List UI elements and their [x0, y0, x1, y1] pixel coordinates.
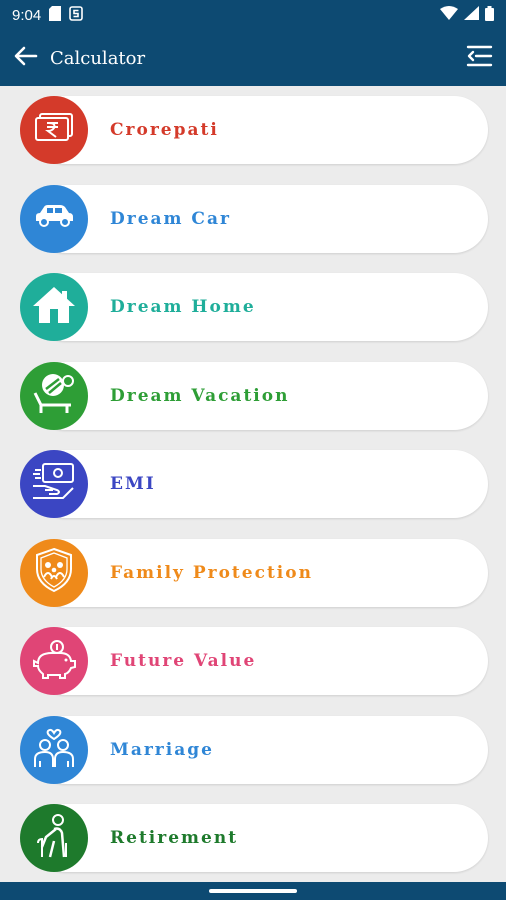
item-label: Family Protection — [110, 562, 313, 583]
status-time: 9:04 — [12, 6, 42, 24]
calculator-item-emi[interactable]: EMI — [18, 450, 488, 518]
rupee-notes-icon — [32, 111, 76, 150]
beach-chair-icon — [31, 371, 77, 420]
menu-icon — [465, 44, 493, 73]
calculator-item-retirement[interactable]: Retirement — [18, 804, 488, 872]
item-card — [32, 184, 488, 253]
family-shield-icon — [34, 547, 74, 598]
battery-icon — [485, 5, 494, 25]
car-icon — [32, 203, 76, 234]
calculator-item-dream-vacation[interactable]: Dream Vacation — [18, 361, 488, 430]
item-label: Marriage — [110, 739, 214, 760]
item-icon-circle — [20, 715, 88, 784]
calculator-item-future-value[interactable]: Future Value — [18, 627, 488, 695]
app-bar: Calculator — [0, 30, 506, 86]
item-card — [32, 715, 488, 784]
wifi-icon — [440, 6, 458, 24]
item-label: Future Value — [110, 651, 257, 671]
item-icon-circle — [20, 538, 88, 607]
calculator-item-dream-home[interactable]: Dream Home — [18, 273, 488, 341]
item-icon-circle — [20, 804, 88, 872]
item-card — [32, 273, 488, 341]
item-card — [32, 627, 488, 695]
calculator-list: Crorepati Dream Car Dream Home Dream Vac… — [0, 86, 506, 882]
status-bar: 9:04 — [0, 0, 506, 30]
item-label: EMI — [110, 474, 156, 494]
calculator-item-marriage[interactable]: Marriage — [18, 715, 488, 784]
item-label: Dream Vacation — [110, 385, 290, 406]
signal-icon — [464, 6, 479, 24]
arrow-left-icon — [14, 46, 38, 71]
item-icon-circle — [20, 450, 88, 518]
item-icon-circle — [20, 273, 88, 341]
calculator-item-dream-car[interactable]: Dream Car — [18, 184, 488, 253]
house-icon — [31, 285, 77, 330]
item-label: Crorepati — [110, 120, 219, 140]
menu-button[interactable] — [464, 43, 494, 73]
item-label: Dream Car — [110, 208, 231, 229]
item-icon-circle — [20, 361, 88, 430]
system-nav-bar — [0, 882, 506, 900]
item-card — [32, 450, 488, 518]
item-label: Dream Home — [110, 297, 256, 317]
item-card — [32, 96, 488, 164]
s-app-icon — [69, 5, 84, 25]
couple-icon — [31, 725, 77, 774]
page-title: Calculator — [50, 47, 146, 69]
home-gesture-handle[interactable] — [209, 889, 297, 893]
calculator-item-crorepati[interactable]: Crorepati — [18, 96, 488, 164]
item-icon-circle — [20, 627, 88, 695]
piggy-bank-icon — [30, 639, 78, 684]
calculator-item-family-protection[interactable]: Family Protection — [18, 538, 488, 607]
item-icon-circle — [20, 184, 88, 253]
item-icon-circle — [20, 96, 88, 164]
item-card — [32, 804, 488, 872]
money-hand-icon — [31, 462, 77, 507]
back-button[interactable] — [12, 44, 40, 72]
sd-card-icon — [49, 5, 62, 25]
elderly-cane-icon — [34, 813, 74, 864]
item-label: Retirement — [110, 828, 239, 848]
